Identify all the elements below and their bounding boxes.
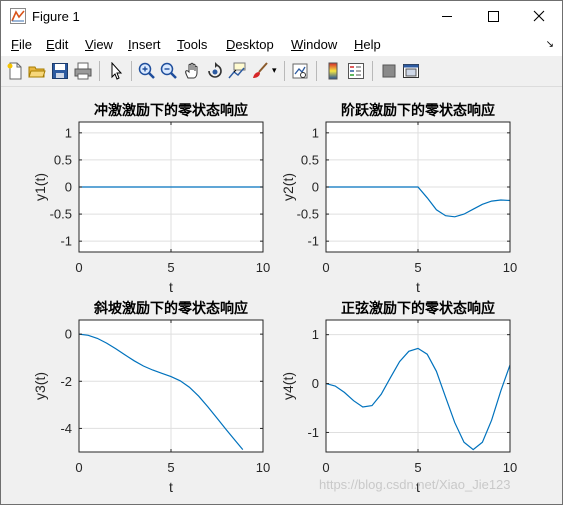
menu-window[interactable]: Window (291, 37, 337, 52)
y-tick-label: -0.5 (50, 207, 72, 222)
show-plot-tools-icon[interactable] (402, 62, 420, 80)
link-icon[interactable] (291, 62, 309, 80)
zoom-out-icon[interactable] (160, 62, 178, 80)
x-tick-label: 10 (503, 260, 517, 275)
y-axis-label: y2(t) (280, 173, 296, 201)
y-tick-label: -2 (60, 374, 72, 389)
subplot-title: 斜坡激励下的零状态响应 (93, 300, 248, 316)
toolbar-separator (372, 61, 373, 81)
menu-tools[interactable]: Tools (177, 37, 207, 52)
y-tick-label: -1 (307, 425, 319, 440)
subplot-4[interactable]: 0 5 10-101正弦激励下的零状态响应ty4(t) (280, 300, 517, 495)
rotate-icon[interactable] (206, 62, 224, 80)
toolbar-separator (99, 61, 100, 81)
subplot-2[interactable]: 0 5 10 -1 -0.5 0 0.5 1 阶跃激励下的零状态响应 t y2(t) (280, 102, 517, 295)
pointer-icon[interactable] (107, 62, 125, 80)
y-tick-label: -0.5 (297, 207, 319, 222)
hide-plot-tools-icon[interactable] (380, 62, 398, 80)
brush-dropdown-icon[interactable]: ▾ (272, 65, 277, 76)
brush-icon[interactable] (251, 62, 269, 80)
menu-insert[interactable]: Insert (128, 37, 161, 52)
x-tick-label: 10 (503, 460, 517, 475)
subplot-3[interactable]: 0 5 10 -4 -2 0 斜坡激励下的零状态响应 t y3(t) (32, 300, 270, 495)
x-tick-label: 0 (75, 260, 82, 275)
toolbar-separator (284, 61, 285, 81)
dock-arrow-icon[interactable]: ↘ (546, 39, 554, 50)
menu-bar: File Edit View Insert Tools Desktop Wind… (1, 32, 562, 56)
y-tick-label: 0.5 (301, 152, 319, 167)
y-tick-label: 0 (312, 180, 319, 195)
y-axis-label: y3(t) (32, 372, 48, 400)
y-tick-label: 0 (65, 327, 72, 342)
subplot-1[interactable]: 0 5 10 -1 -0.5 0 0.5 1 冲激激励下的零状态响应 t y1(t) (32, 102, 270, 295)
y-tick-label: 1 (65, 125, 72, 140)
menu-help[interactable]: Help (354, 37, 381, 52)
zoom-in-icon[interactable] (138, 62, 156, 80)
figure-toolbar: ▾ (1, 56, 562, 87)
x-tick-label: 5 (414, 260, 421, 275)
y-tick-label: -1 (307, 234, 319, 249)
y-tick-label: 0 (312, 376, 319, 391)
y-axis-label: y1(t) (32, 173, 48, 201)
menu-view[interactable]: View (85, 37, 113, 52)
figure-canvas: 0 5 10-1-0.500.51冲激激励下的零状态响应ty1(t)0 5 10-1-0… (32, 102, 517, 495)
watermark: https://blog.csdn.net/Xiao_Jie123 (319, 477, 511, 492)
y-axis-label: y4(t) (280, 372, 296, 400)
subplot-title: 正弦激励下的零状态响应 (341, 300, 495, 316)
subplot-title: 冲激激励下的零状态响应 (94, 102, 248, 118)
menu-edit[interactable]: Edit (46, 37, 68, 52)
x-axis-label: t (169, 279, 173, 295)
colorbar-icon[interactable] (324, 62, 342, 80)
x-tick-label: 5 (167, 460, 174, 475)
y-tick-label: 0.5 (54, 152, 72, 167)
y-tick-label: -4 (60, 421, 72, 436)
x-tick-label: 0 (322, 260, 329, 275)
y-tick-label: 1 (312, 125, 319, 140)
maximize-button[interactable] (470, 1, 516, 32)
legend-icon[interactable] (347, 62, 365, 80)
toolbar-separator (131, 61, 132, 81)
x-tick-label: 5 (414, 460, 421, 475)
new-figure-icon[interactable] (6, 62, 24, 80)
open-file-icon[interactable] (28, 62, 46, 80)
menu-file[interactable]: File (11, 37, 32, 52)
x-tick-label: 0 (75, 460, 82, 475)
y-tick-label: -1 (60, 234, 72, 249)
x-tick-label: 5 (167, 260, 174, 275)
y-tick-label: 0 (65, 180, 72, 195)
window-title: Figure 1 (32, 9, 80, 24)
minimize-button[interactable] (424, 1, 470, 32)
pan-icon[interactable] (183, 62, 201, 80)
save-icon[interactable] (51, 62, 69, 80)
title-bar: Figure 1 (1, 1, 562, 32)
figure-window: Figure 1 File Edit View Insert Tools Des… (0, 0, 563, 505)
close-button[interactable] (516, 1, 562, 32)
x-tick-label: 0 (322, 460, 329, 475)
x-axis-label: t (169, 479, 173, 495)
menu-desktop[interactable]: Desktop (226, 37, 274, 52)
x-axis-label: t (416, 279, 420, 295)
y-tick-label: 1 (312, 327, 319, 342)
x-tick-label: 10 (256, 460, 270, 475)
toolbar-separator (316, 61, 317, 81)
print-icon[interactable] (74, 62, 92, 80)
matlab-figure-icon (10, 8, 26, 24)
x-tick-label: 10 (256, 260, 270, 275)
subplot-title: 阶跃激励下的零状态响应 (341, 102, 495, 118)
data-cursor-icon[interactable] (228, 62, 246, 80)
